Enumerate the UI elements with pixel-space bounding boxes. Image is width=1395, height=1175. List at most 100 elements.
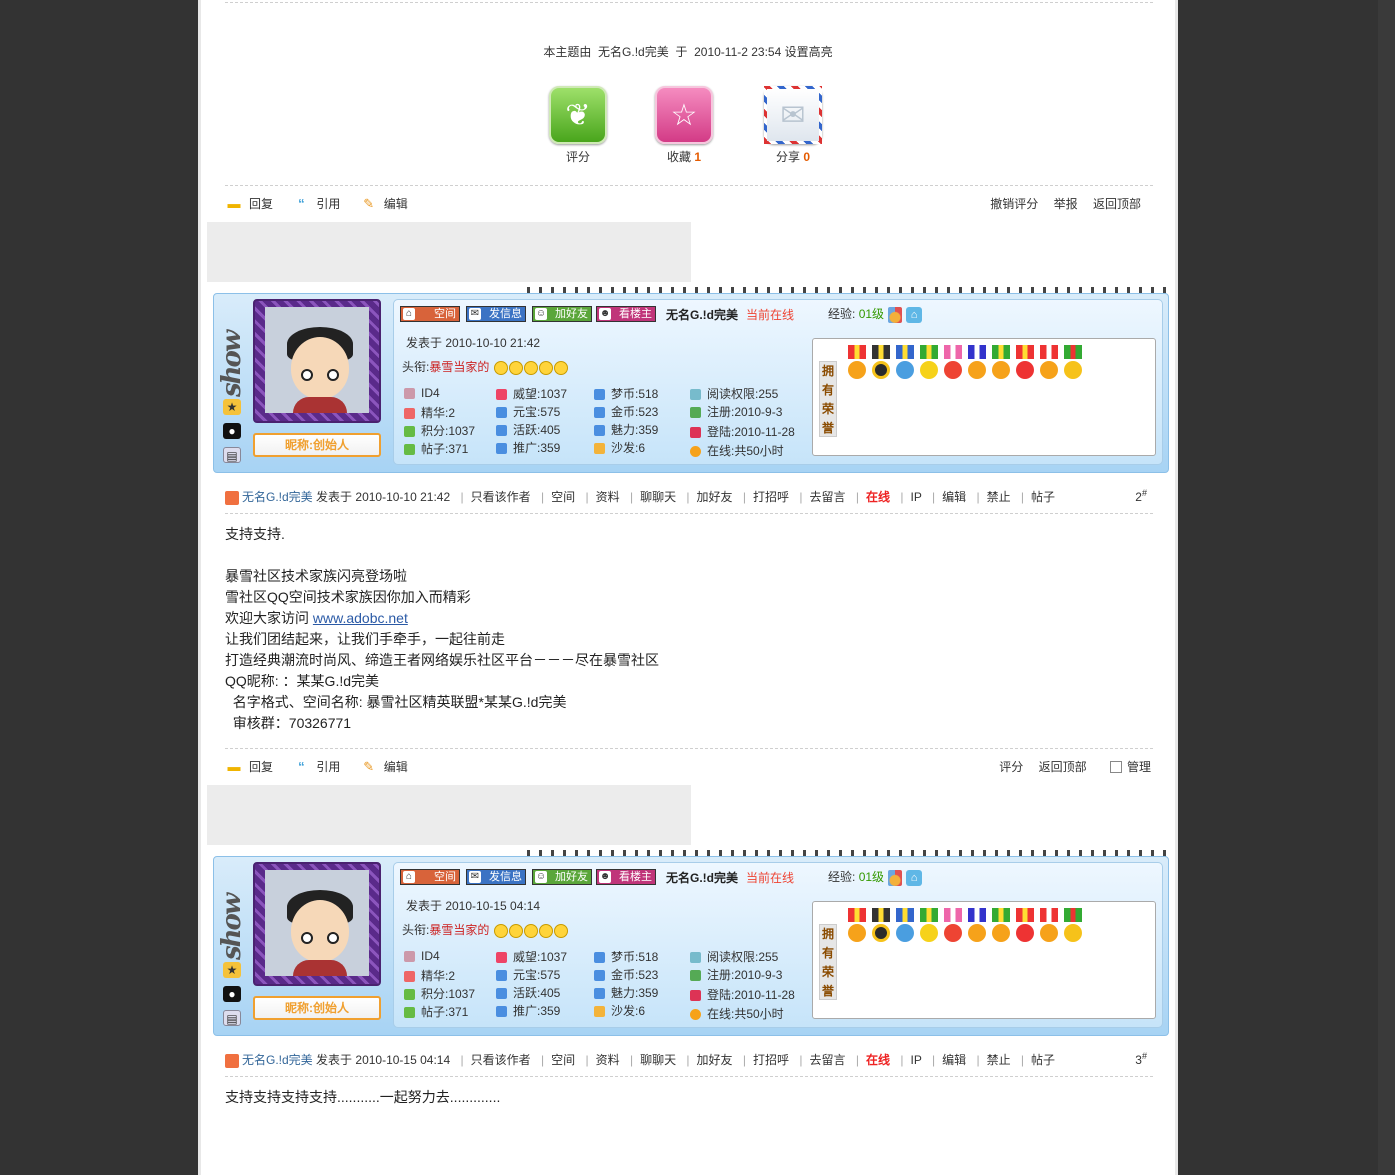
only-author-link[interactable]: 只看该作者: [471, 490, 531, 504]
edit-button[interactable]: ✎ 编辑: [360, 758, 407, 775]
medal-icon[interactable]: [847, 908, 867, 942]
report-link[interactable]: 举报: [1054, 195, 1078, 212]
medal-icon[interactable]: [1015, 345, 1035, 379]
medal-icon[interactable]: [967, 908, 987, 942]
stat-points-text: 积分:1037: [421, 987, 476, 1001]
chat-link[interactable]: 聊聊天: [640, 490, 676, 504]
posts-link[interactable]: 帖子: [1031, 1053, 1055, 1067]
floor-number[interactable]: 3#: [1135, 1051, 1147, 1067]
stat-charm: 魅力:359: [594, 984, 658, 1001]
profile-link[interactable]: 资料: [596, 490, 620, 504]
add-friend-button[interactable]: ☺ 加好友: [532, 869, 592, 885]
author-card: show ★ ● ▤ 昵称:创始人 ⌂ 空间 ✉ 发信息 ☺ 加好友 ☻ 看楼主 无名G…: [213, 850, 1169, 1036]
space-button[interactable]: ⌂ 空间: [400, 869, 460, 885]
home-icon[interactable]: ⌂: [906, 306, 923, 323]
space-link[interactable]: 空间: [551, 1053, 575, 1067]
site-link[interactable]: www.adobc.net: [313, 610, 408, 626]
checkbox-icon[interactable]: [1109, 760, 1122, 773]
medal-icon[interactable]: [1063, 908, 1083, 942]
author-link[interactable]: 无名G.!d完美: [242, 490, 313, 504]
medal-icon[interactable]: [943, 345, 963, 379]
posts-link[interactable]: 帖子: [1031, 490, 1055, 504]
greet-link[interactable]: 打招呼: [753, 1053, 789, 1067]
quote-button[interactable]: “ 引用: [292, 758, 340, 775]
login-icon: [690, 427, 701, 439]
add-friend-link[interactable]: 加好友: [697, 490, 733, 504]
avatar[interactable]: [253, 299, 381, 423]
edit-link[interactable]: 编辑: [942, 490, 966, 504]
qq-icon[interactable]: ●: [223, 986, 241, 1002]
username[interactable]: 无名G.!d完美: [666, 306, 738, 323]
space-button[interactable]: ⌂ 空间: [400, 306, 460, 322]
quote-button[interactable]: “ 引用: [292, 195, 340, 212]
author-link[interactable]: 无名G.!d完美: [242, 1053, 313, 1067]
medal-tag-char: 荣: [821, 402, 834, 416]
message-button[interactable]: ✉ 发信息: [466, 306, 526, 322]
reply-button[interactable]: ▬ 回复: [225, 758, 274, 775]
profile-card-icon[interactable]: ▤: [223, 1010, 241, 1026]
stat-charm: 魅力:359: [594, 421, 658, 438]
share-button[interactable]: ✉ 分享 0: [763, 86, 823, 165]
rate-link[interactable]: 评分: [999, 758, 1023, 775]
medal-icon[interactable]: [1063, 345, 1083, 379]
medal-tag-char: 有: [821, 946, 834, 960]
ban-link[interactable]: 禁止: [987, 1053, 1011, 1067]
stat-yuanbao: 元宝:575: [496, 966, 560, 983]
medal-side-icon[interactable]: ★: [223, 962, 241, 978]
view-host-button[interactable]: ☻ 看楼主: [596, 306, 656, 322]
edit-button[interactable]: ✎ 编辑: [360, 195, 407, 212]
leave-message-link[interactable]: 去留言: [810, 1053, 846, 1067]
manage-checkbox[interactable]: 管理: [1109, 758, 1151, 775]
profile-link[interactable]: 资料: [596, 1053, 620, 1067]
stat-register: 注册:2010-9-3: [690, 966, 782, 983]
greet-link[interactable]: 打招呼: [753, 490, 789, 504]
medal-icon[interactable]: [895, 345, 915, 379]
medal-icon[interactable]: [1039, 345, 1059, 379]
medal-icon[interactable]: [871, 908, 891, 942]
back-to-top-link[interactable]: 返回顶部: [1039, 758, 1087, 775]
qq-icon[interactable]: ●: [223, 423, 241, 439]
message-button[interactable]: ✉ 发信息: [466, 869, 526, 885]
window-scrollbar[interactable]: [1378, 0, 1395, 1175]
stat-dream: 梦币:518: [594, 948, 658, 965]
medal-icon[interactable]: [991, 908, 1011, 942]
medal-icon[interactable]: [1039, 908, 1059, 942]
ip-link[interactable]: IP: [910, 490, 921, 504]
only-author-link[interactable]: 只看该作者: [471, 1053, 531, 1067]
star-icon: ☆: [655, 86, 713, 144]
edit-link[interactable]: 编辑: [942, 1053, 966, 1067]
medal-icon[interactable]: [1015, 908, 1035, 942]
add-friend-link[interactable]: 加好友: [697, 1053, 733, 1067]
username[interactable]: 无名G.!d完美: [666, 869, 738, 886]
medal-icon[interactable]: [919, 908, 939, 942]
view-host-button[interactable]: ☻ 看楼主: [596, 869, 656, 885]
space-link[interactable]: 空间: [551, 490, 575, 504]
profile-card-icon[interactable]: ▤: [223, 447, 241, 463]
leave-message-link[interactable]: 去留言: [810, 490, 846, 504]
rate-button[interactable]: ❦ 评分: [548, 86, 608, 165]
avatar[interactable]: [253, 862, 381, 986]
back-to-top-link[interactable]: 返回顶部: [1093, 195, 1141, 212]
medal-icon[interactable]: [895, 908, 915, 942]
undo-rate-link[interactable]: 撤销评分: [990, 195, 1038, 212]
add-friend-button[interactable]: ☺ 加好友: [532, 306, 592, 322]
ip-link[interactable]: IP: [910, 1053, 921, 1067]
favorite-count: 1: [694, 150, 702, 164]
medal-icon[interactable]: [847, 345, 867, 379]
medal-icon[interactable]: [967, 345, 987, 379]
medal-side-icon[interactable]: ★: [223, 399, 241, 415]
exp-label: 经验:: [828, 870, 856, 884]
stat-read-text: 阅读权限:255: [707, 387, 779, 401]
medal-icon[interactable]: [991, 345, 1011, 379]
floor-number[interactable]: 2#: [1135, 488, 1147, 504]
reply-button[interactable]: ▬ 回复: [225, 195, 274, 212]
home-icon[interactable]: ⌂: [906, 869, 923, 886]
post-meta-line: 无名G.!d完美 发表于 2010-10-10 21:42 | 只看该作者 | 空间…: [225, 488, 1153, 508]
medal-icon[interactable]: [871, 345, 891, 379]
favorite-button[interactable]: ☆ 收藏 1: [654, 86, 714, 165]
medal-icon[interactable]: [943, 908, 963, 942]
medal-icon[interactable]: [919, 345, 939, 379]
ban-link[interactable]: 禁止: [987, 490, 1011, 504]
friends-icon: ☺: [535, 871, 547, 883]
chat-link[interactable]: 聊聊天: [640, 1053, 676, 1067]
